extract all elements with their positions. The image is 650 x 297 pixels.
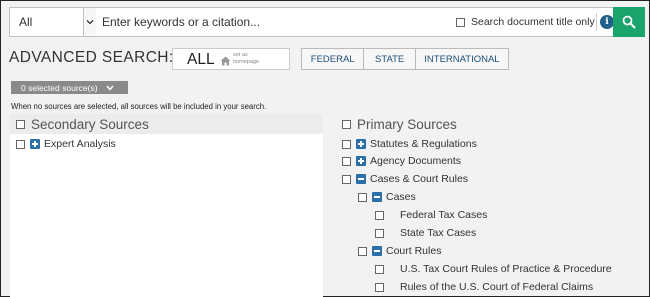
jurisdiction-tabs: FEDERAL STATE INTERNATIONAL — [301, 48, 509, 70]
tree-item-federal-claims-rules: Rules of the U.S. Court of Federal Claim… — [375, 281, 593, 293]
search-icon — [622, 15, 636, 29]
set-as-homepage-line2: homepage — [233, 59, 259, 65]
tree-item-label: Rules of the U.S. Court of Federal Claim… — [400, 281, 594, 293]
collapse-minus-icon[interactable] — [372, 246, 382, 256]
set-as-homepage-line1: set as — [233, 52, 248, 58]
scope-select-value: All — [19, 15, 33, 29]
search-bar: All Search document title only i — [9, 7, 645, 37]
title-only-option[interactable]: Search document title only — [456, 16, 595, 28]
expand-plus-icon[interactable] — [30, 139, 40, 149]
tree-item-agency-documents: Agency Documents — [342, 155, 461, 167]
primary-sources-header: Primary Sources — [333, 114, 647, 134]
tree-item-cases: Cases — [358, 191, 416, 203]
sources-note: When no sources are selected, all source… — [11, 102, 267, 111]
agency-documents-checkbox[interactable] — [342, 156, 351, 166]
tree-item-expert-analysis: Expert Analysis — [16, 138, 116, 150]
federal-claims-rules-checkbox[interactable] — [375, 282, 384, 292]
tree-item-label: State Tax Cases — [400, 227, 477, 239]
court-rules-checkbox[interactable] — [358, 246, 367, 256]
secondary-sources-title: Secondary Sources — [31, 116, 149, 132]
statutes-checkbox[interactable] — [342, 139, 351, 149]
state-tax-cases-checkbox[interactable] — [375, 228, 384, 238]
search-divider — [596, 13, 597, 31]
tree-item-label: U.S. Tax Court Rules of Practice & Proce… — [400, 263, 612, 275]
title-only-checkbox[interactable] — [456, 17, 465, 27]
tree-item-label: Court Rules — [386, 245, 442, 257]
primary-sources-checkbox[interactable] — [342, 119, 351, 129]
tree-item-court-rules: Court Rules — [358, 245, 441, 257]
tree-item-cases-court-rules: Cases & Court Rules — [342, 173, 468, 185]
scope-select[interactable]: All — [10, 8, 96, 36]
tree-item-label: Expert Analysis — [44, 138, 116, 150]
search-button[interactable] — [613, 7, 645, 37]
expand-plus-icon[interactable] — [356, 156, 366, 166]
home-icon[interactable] — [220, 53, 231, 71]
federal-tax-cases-checkbox[interactable] — [375, 210, 384, 220]
secondary-sources-header: Secondary Sources — [10, 114, 323, 134]
tab-federal[interactable]: FEDERAL — [302, 49, 365, 69]
secondary-sources-panel: Secondary Sources Expert Analysis — [10, 114, 323, 297]
info-icon[interactable]: i — [600, 15, 614, 29]
selected-sources-label: 0 selected source(s) — [21, 82, 98, 93]
expert-analysis-checkbox[interactable] — [16, 139, 25, 149]
search-input[interactable] — [102, 12, 442, 32]
chevron-down-icon[interactable] — [83, 8, 96, 36]
expand-plus-icon[interactable] — [356, 139, 366, 149]
selected-sources-dropdown[interactable]: 0 selected source(s) — [11, 81, 128, 94]
tree-item-label: Cases — [386, 191, 416, 203]
collapse-minus-icon[interactable] — [372, 192, 382, 202]
cases-court-rules-checkbox[interactable] — [342, 174, 351, 184]
set-as-homepage-link[interactable]: set as homepage — [233, 52, 259, 66]
tab-international[interactable]: INTERNATIONAL — [416, 49, 508, 69]
chevron-down-icon — [105, 83, 114, 93]
all-sources-box[interactable]: ALL set as homepage — [172, 48, 290, 70]
tab-state[interactable]: STATE — [364, 49, 416, 69]
title-only-label: Search document title only — [471, 16, 595, 28]
cases-checkbox[interactable] — [358, 192, 367, 202]
tree-item-tax-court-rules: U.S. Tax Court Rules of Practice & Proce… — [375, 263, 612, 275]
tree-item-label: Agency Documents — [370, 155, 462, 167]
tree-item-label: Cases & Court Rules — [370, 173, 469, 185]
primary-sources-panel: Primary Sources Statutes & Regulations A… — [333, 114, 647, 297]
primary-sources-title: Primary Sources — [357, 116, 457, 132]
tree-item-state-tax-cases: State Tax Cases — [375, 227, 476, 239]
collapse-minus-icon[interactable] — [356, 174, 366, 184]
page-title: ADVANCED SEARCH: — [9, 49, 174, 66]
tree-item-label: Federal Tax Cases — [400, 209, 488, 221]
secondary-sources-checkbox[interactable] — [16, 119, 25, 129]
all-label: ALL — [187, 51, 215, 68]
tree-item-label: Statutes & Regulations — [370, 138, 477, 150]
tree-item-federal-tax-cases: Federal Tax Cases — [375, 209, 487, 221]
tax-court-rules-checkbox[interactable] — [375, 264, 384, 274]
tree-item-statutes-regulations: Statutes & Regulations — [342, 138, 477, 150]
